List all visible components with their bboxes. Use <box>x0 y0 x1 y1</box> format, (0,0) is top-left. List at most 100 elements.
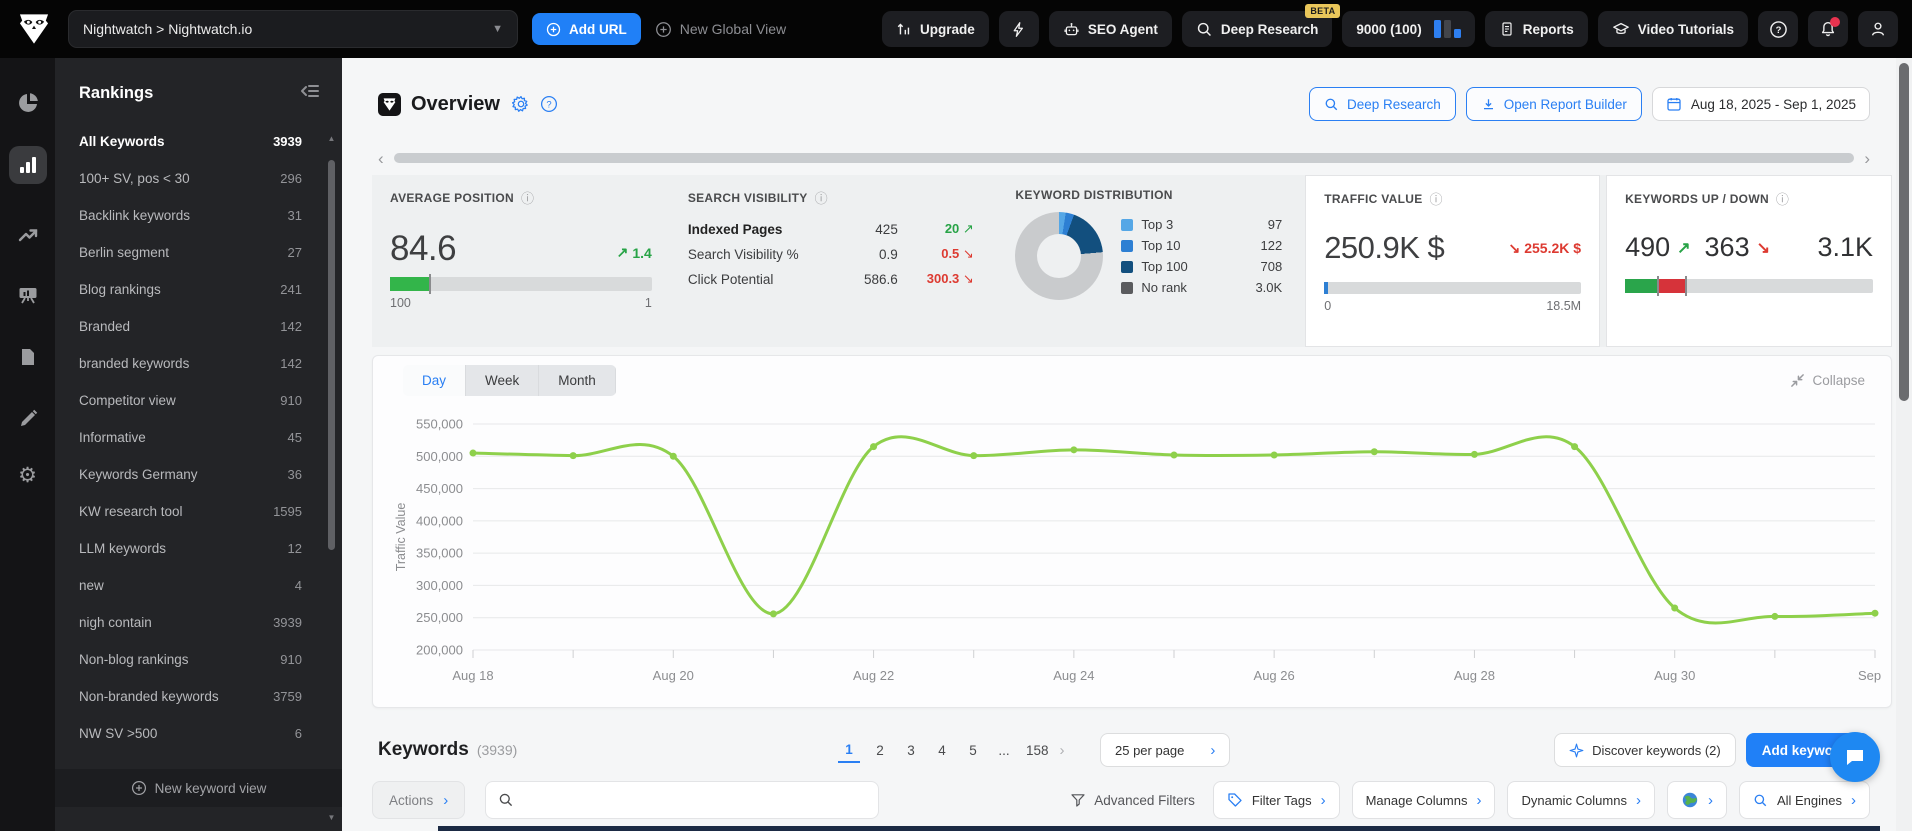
per-page-select[interactable]: 25 per page › <box>1100 733 1231 767</box>
scroll-right-icon[interactable]: › <box>1864 150 1870 167</box>
granularity-tab[interactable]: Month <box>539 365 616 396</box>
search-icon <box>500 793 513 807</box>
sidebar-item[interactable]: Competitor view 910 <box>55 382 342 419</box>
page-scroll-thumb[interactable] <box>1899 63 1909 401</box>
help-button[interactable]: ? <box>1758 11 1798 47</box>
average-position-delta: ↗ 1.4 <box>616 244 652 261</box>
filter-tags-button[interactable]: Filter Tags › <box>1212 781 1340 819</box>
download-icon <box>1483 98 1493 109</box>
sidebar-item-label: NW SV >500 <box>79 726 158 741</box>
granularity-tab[interactable]: Day <box>403 365 467 396</box>
keywords-section-title: Keywords <box>378 739 469 760</box>
horizontal-scroll-thumb[interactable] <box>393 153 1855 163</box>
sidebar-item[interactable]: Non-branded keywords 3759 <box>55 678 342 715</box>
info-icon[interactable]: ⓘ <box>1430 189 1443 208</box>
new-keyword-view-button[interactable]: New keyword view <box>55 769 342 807</box>
rail-presentation-icon[interactable] <box>9 276 47 314</box>
rail-document-icon[interactable] <box>9 338 47 376</box>
page-number[interactable]: 5 <box>962 739 984 762</box>
nightwatch-logo-icon[interactable] <box>14 9 54 49</box>
traffic-value-card: TRAFFIC VALUE ⓘ 250.9K $ ↘ 255.2K $ 0 18.5M <box>1305 175 1601 347</box>
page-number[interactable]: 1 <box>838 738 860 763</box>
graduation-cap-icon <box>1612 22 1629 35</box>
globe-icon <box>1682 792 1698 808</box>
sidebar-item[interactable]: LLM keywords 12 <box>55 530 342 567</box>
sidebar-item[interactable]: NW SV >500 6 <box>55 715 342 752</box>
scroll-down-icon[interactable]: ▼ <box>327 813 336 822</box>
sidebar-scrollbar[interactable]: ▲ ▼ <box>327 134 336 822</box>
sidebar-item-label: Non-branded keywords <box>79 689 219 704</box>
page-scrollbar[interactable] <box>1896 58 1912 831</box>
svg-text:350,000: 350,000 <box>416 546 463 561</box>
dynamic-columns-button[interactable]: Dynamic Columns › <box>1507 781 1655 819</box>
discover-keywords-button[interactable]: Discover keywords (2) <box>1554 733 1736 767</box>
sidebar-item[interactable]: Berlin segment 27 <box>55 234 342 271</box>
page-number[interactable]: ... <box>993 739 1015 762</box>
sidebar-item[interactable]: Backlink keywords 31 <box>55 197 342 234</box>
advanced-filters-button[interactable]: Advanced Filters <box>1070 792 1195 808</box>
deep-research-button[interactable]: Deep Research BETA <box>1181 4 1341 47</box>
sidebar-item[interactable]: KW research tool 1595 <box>55 493 342 530</box>
deep-research-overview-button[interactable]: Deep Research <box>1308 87 1456 121</box>
page-number[interactable]: 158 <box>1024 739 1051 762</box>
rail-overview-pie-icon[interactable] <box>9 84 47 122</box>
collapse-chart-button[interactable]: Collapse <box>1790 373 1865 388</box>
next-page-icon[interactable]: › <box>1060 742 1065 759</box>
notification-dot <box>1830 17 1840 27</box>
sidebar-item[interactable]: Blog rankings 241 <box>55 271 342 308</box>
date-range-picker[interactable]: Aug 18, 2025 - Sep 1, 2025 <box>1651 87 1870 121</box>
chat-widget-button[interactable] <box>1830 732 1880 782</box>
all-engines-button[interactable]: All Engines › <box>1738 781 1870 819</box>
scroll-left-icon[interactable]: ‹ <box>378 150 384 167</box>
locale-button[interactable]: › <box>1666 781 1727 819</box>
chevron-right-icon: › <box>1476 791 1482 809</box>
rail-trend-icon[interactable] <box>9 216 47 254</box>
sidebar-item[interactable]: Non-blog rankings 910 <box>55 641 342 678</box>
search-visibility-card: SEARCH VISIBILITY ⓘ Indexed Pages 425 20 … <box>670 175 998 347</box>
info-icon[interactable]: ⓘ <box>815 188 828 207</box>
chevron-right-icon: › <box>1851 791 1856 809</box>
quick-actions-button[interactable] <box>998 11 1039 47</box>
rail-rankings-barchart-icon[interactable] <box>8 146 47 184</box>
keyword-search-input[interactable] <box>523 792 867 808</box>
sidebar-item[interactable]: 100+ SV, pos < 30 296 <box>55 160 342 197</box>
upgrade-button[interactable]: Upgrade <box>882 11 989 47</box>
scroll-up-icon[interactable]: ▲ <box>327 134 336 143</box>
account-button[interactable] <box>1858 11 1898 47</box>
sidebar-item[interactable]: All Keywords 3939 <box>55 123 342 160</box>
sidebar-scroll-thumb[interactable] <box>328 160 335 550</box>
reports-button[interactable]: Reports <box>1484 11 1588 47</box>
collapse-icon <box>1791 374 1805 387</box>
info-icon[interactable]: ⓘ <box>521 188 534 207</box>
project-selector-label: Nightwatch > Nightwatch.io <box>83 21 253 37</box>
sidebar-item[interactable]: branded keywords 142 <box>55 345 342 382</box>
rail-edit-icon[interactable] <box>9 400 47 438</box>
new-global-view-button[interactable]: New Global View <box>655 21 786 38</box>
sidebar-item[interactable]: Keywords Germany 36 <box>55 456 342 493</box>
sidebar-item[interactable]: nigh contain 3939 <box>55 604 342 641</box>
granularity-tab[interactable]: Week <box>466 365 540 396</box>
sidebar-item[interactable]: Informative 45 <box>55 419 342 456</box>
sidebar-collapse-icon[interactable] <box>300 82 320 105</box>
top-navbar: Nightwatch > Nightwatch.io ▼ Add URL New… <box>0 0 1912 58</box>
seo-agent-button[interactable]: SEO Agent <box>1048 11 1172 47</box>
notifications-button[interactable] <box>1808 11 1848 47</box>
info-icon[interactable]: ⓘ <box>1776 189 1789 208</box>
rail-settings-gear-icon[interactable]: ⚙ <box>9 456 47 494</box>
credits-button[interactable]: 9000 (100) <box>1342 11 1475 47</box>
page-number[interactable]: 4 <box>931 739 953 762</box>
sidebar-item[interactable]: new 4 <box>55 567 342 604</box>
overview-help-icon[interactable]: ? <box>540 95 558 113</box>
manage-columns-button[interactable]: Manage Columns › <box>1351 781 1496 819</box>
project-selector[interactable]: Nightwatch > Nightwatch.io ▼ <box>68 10 518 48</box>
video-tutorials-button[interactable]: Video Tutorials <box>1597 11 1748 47</box>
traffic-value-bar <box>1324 282 1582 294</box>
actions-button[interactable]: Actions › <box>372 781 466 819</box>
overview-settings-gear-icon[interactable] <box>511 95 530 113</box>
page-number[interactable]: 2 <box>869 739 891 762</box>
add-url-button[interactable]: Add URL <box>532 13 641 45</box>
page-number[interactable]: 3 <box>900 739 922 762</box>
sidebar-item[interactable]: Branded 142 <box>55 308 342 345</box>
open-report-builder-button[interactable]: Open Report Builder <box>1465 87 1642 121</box>
keyword-search <box>485 781 880 819</box>
